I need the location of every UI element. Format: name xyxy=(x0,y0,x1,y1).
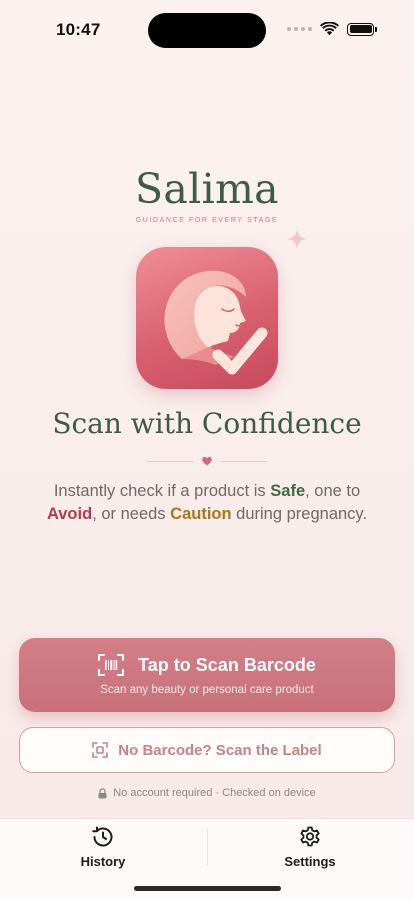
description-text: , one to xyxy=(305,482,361,500)
status-time: 10:47 xyxy=(56,20,101,39)
scan-label-text: No Barcode? Scan the Label xyxy=(118,741,322,759)
tab-history-label: History xyxy=(80,854,126,869)
scan-barcode-label: Tap to Scan Barcode xyxy=(138,654,316,675)
app-logo xyxy=(136,247,278,389)
description-text: Instantly check if a product is xyxy=(53,482,271,500)
scan-label-button[interactable]: No Barcode? Scan the Label xyxy=(19,727,395,773)
document-scan-icon xyxy=(92,742,109,758)
battery-icon xyxy=(347,22,377,36)
keyword-avoid: Avoid xyxy=(46,505,93,523)
tab-settings-label: Settings xyxy=(284,854,336,869)
heart-icon xyxy=(202,457,212,466)
wifi-icon xyxy=(320,22,339,36)
headline: Scan with Confidence xyxy=(52,407,362,440)
description-text: during pregnancy. xyxy=(231,505,368,523)
status-icons xyxy=(287,22,377,36)
tab-settings[interactable]: Settings xyxy=(255,825,365,873)
cellular-signal-icon xyxy=(287,27,312,31)
tab-separator xyxy=(207,829,208,865)
dynamic-island xyxy=(148,13,266,48)
lock-icon xyxy=(98,787,107,798)
keyword-caution: Caution xyxy=(170,505,232,523)
divider xyxy=(147,455,267,467)
status-bar: 10:47 xyxy=(0,0,414,56)
tab-history[interactable]: History xyxy=(48,825,158,873)
woman-profile-check-icon xyxy=(164,270,268,375)
app-name: Salima xyxy=(135,165,279,213)
app-tagline: GUIDANCE FOR EVERY STAGE xyxy=(135,217,279,224)
description: Instantly check if a product is Safe, on… xyxy=(34,480,380,526)
home-indicator[interactable] xyxy=(134,886,281,891)
privacy-note-text: No account required · Checked on device xyxy=(113,787,316,799)
privacy-note: No account required · Checked on device xyxy=(0,787,414,799)
scan-barcode-button[interactable]: Tap to Scan Barcode Scan any beauty or p… xyxy=(19,638,395,712)
keyword-safe: Safe xyxy=(270,482,306,500)
sparkle-icon xyxy=(287,229,307,249)
barcode-scan-icon xyxy=(98,654,125,676)
gear-icon xyxy=(300,826,320,847)
brand-header: Salima xyxy=(0,165,414,213)
history-icon xyxy=(92,826,113,847)
description-text: , or needs xyxy=(92,505,171,523)
scan-barcode-subtitle: Scan any beauty or personal care product xyxy=(100,684,314,696)
